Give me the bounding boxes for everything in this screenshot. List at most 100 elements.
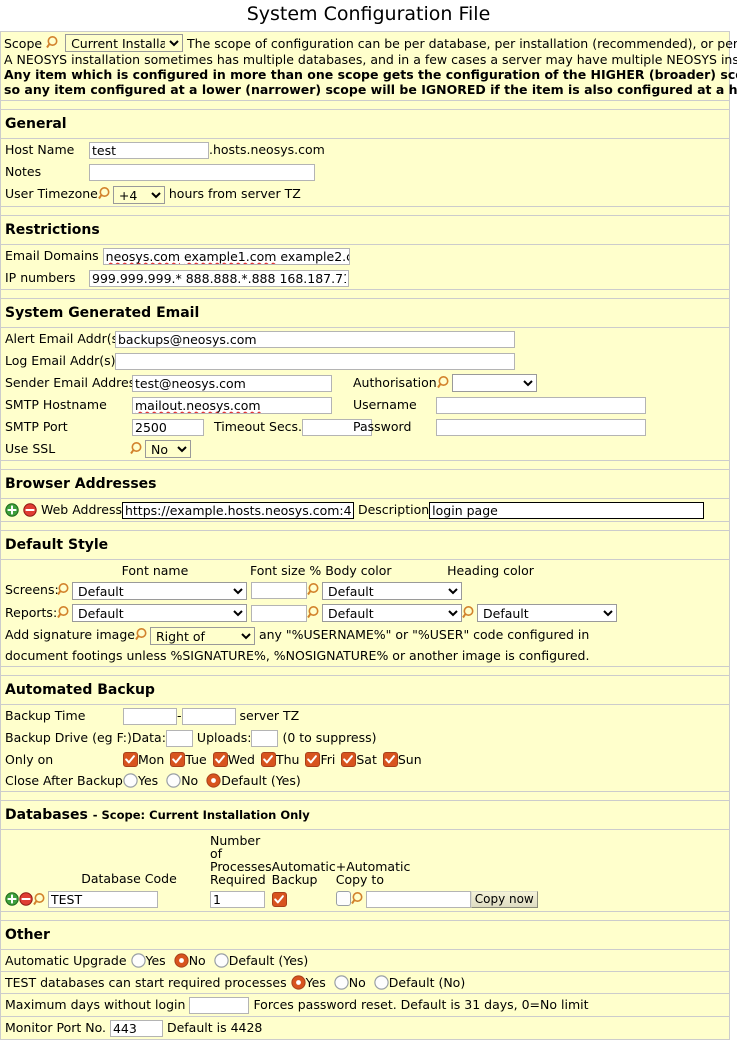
smtp-hostname-input[interactable]: mailout.neosys.com [132,396,332,414]
magnifier-icon[interactable] [307,582,322,597]
test-db-option-default-no[interactable]: Default (No) [374,975,465,990]
day-checkbox-sat[interactable]: Sat [341,751,377,767]
password-label: Password [353,419,412,434]
screens-font-select[interactable]: DefaultArialTimes New RomanVerdana [72,581,247,600]
checkbox-icon[interactable] [305,751,321,767]
plus-circle-icon[interactable] [5,502,19,517]
email-domain-2: example1.com [184,248,277,264]
host-name-input[interactable] [89,142,209,159]
checkbox-icon[interactable] [170,751,186,767]
monitor-port-input[interactable] [109,1019,163,1037]
section-heading-databases: Databases - Scope: Current Installation … [1,801,729,829]
close-after-option-default-yes[interactable]: Default (Yes) [206,773,301,788]
minus-circle-icon[interactable] [23,502,37,517]
backup-uploads-input[interactable] [251,729,279,747]
username-input[interactable] [436,397,646,414]
web-address-input[interactable] [121,502,354,519]
reports-heading-color-select[interactable]: DefaultBlackBlueRed [477,604,617,622]
test-db-option-yes[interactable]: Yes [291,975,326,990]
checkbox-icon[interactable] [341,751,357,767]
screens-font-size-input[interactable] [251,582,307,599]
magnifier-icon[interactable] [350,891,366,906]
description-input[interactable] [429,502,705,519]
backup-data-input[interactable] [165,729,193,747]
day-checkbox-sun[interactable]: Sun [382,751,422,767]
magnifier-icon[interactable] [98,186,113,201]
notes-input[interactable] [89,164,315,181]
magnifier-icon[interactable] [436,375,452,390]
radio-icon[interactable] [334,974,349,990]
radio-icon[interactable] [291,974,306,990]
smtp-port-input[interactable] [132,418,204,436]
minus-circle-icon[interactable] [19,892,33,906]
magnifier-icon[interactable] [33,892,48,907]
auto-upgrade-option-yes[interactable]: Yes [130,952,166,968]
host-name-row: Host Name .hosts.neosys.com [1,139,729,161]
scope-help-line-1: The scope of configuration can be per da… [187,35,737,51]
radio-icon[interactable] [214,952,229,968]
magnifier-icon[interactable] [307,605,322,620]
backup-time-from-input[interactable] [123,707,177,725]
day-checkbox-tue[interactable]: Tue [170,751,207,767]
use-ssl-select[interactable]: NoYes [145,440,191,458]
backup-time-to-input[interactable] [181,707,236,725]
email-domains-input[interactable]: neosys.com example1.com example2.com [102,247,350,265]
radio-icon[interactable] [374,974,389,990]
reports-font-size-input[interactable] [251,604,307,622]
col-heading-color: Heading color [447,563,534,578]
reports-body-color-select[interactable]: DefaultBlackBlueRed [322,604,462,622]
plus-circle-icon[interactable] [5,892,19,906]
radio-icon[interactable] [206,772,221,788]
auto-upgrade-option-default-yes[interactable]: Default (Yes) [214,952,308,968]
day-checkbox-mon[interactable]: Mon [123,751,164,767]
email-domains-row: Email Domains neosys.com example1.com ex… [1,245,729,267]
smtp-port-row: SMTP Port Timeout Secs. [1,416,373,438]
db-code-input[interactable] [48,890,158,908]
close-after-option-yes[interactable]: Yes [123,773,158,788]
radio-icon[interactable] [123,772,138,788]
scope-select[interactable]: Current InstallationCurrent DatabaseCurr… [65,34,184,52]
screens-body-color-select[interactable]: DefaultBlackBlueRed [322,581,462,600]
log-email-input[interactable] [115,352,515,370]
timezone-row: User Timezone +4+3+2+10-1 hours from serv… [1,183,729,206]
db-auto-backup-checkbox[interactable] [271,891,287,907]
checkbox-icon[interactable] [212,751,228,767]
copy-now-button[interactable]: Copy now [470,890,538,908]
password-input[interactable] [436,419,646,436]
magnifier-icon[interactable] [57,605,72,620]
sender-email-input[interactable] [132,374,332,392]
day-checkbox-fri[interactable]: Fri [305,751,335,767]
checkbox-icon[interactable] [260,751,276,767]
max-days-input[interactable] [189,996,250,1014]
close-after-backup-row: Close After Backup Yes No Default (Yes) [1,770,729,791]
monitor-port-label: Monitor Port No. [5,1019,106,1035]
alert-email-input[interactable] [115,330,515,348]
test-db-option-no[interactable]: No [334,975,366,990]
reports-font-select[interactable]: DefaultArialTimes New RomanVerdana [72,604,247,622]
signature-position-select[interactable]: Right ofLeft ofAboveBelow [149,626,255,645]
day-checkbox-thu[interactable]: Thu [260,751,299,767]
magnifier-icon[interactable] [135,627,150,642]
db-copy-to-input[interactable] [365,890,471,908]
ip-numbers-input[interactable] [89,269,349,287]
checkbox-icon[interactable] [123,751,138,767]
magnifier-icon[interactable] [462,605,477,620]
auto-upgrade-option-no[interactable]: No [174,953,206,968]
host-name-suffix: .hosts.neosys.com [209,142,325,157]
close-after-option-no[interactable]: No [166,773,198,788]
radio-icon[interactable] [166,772,181,788]
email-domain-3: example2.com [280,248,348,264]
magnifier-icon[interactable] [130,441,145,456]
radio-icon[interactable] [174,952,189,968]
day-checkbox-wed[interactable]: Wed [212,751,255,767]
authorisation-select[interactable]: LOGINPLAINCRAM-MD5 [451,374,537,392]
radio-icon[interactable] [130,952,146,968]
db-auto-copy-checkbox[interactable] [335,890,351,906]
magnifier-icon[interactable] [46,35,61,50]
checkbox-icon[interactable] [382,751,398,767]
test-db-label: TEST databases can start required proces… [5,974,287,990]
scope-help-line-2: A NEOSYS installation sometimes has mult… [4,52,737,67]
magnifier-icon[interactable] [57,582,72,597]
db-processes-input[interactable] [210,890,265,908]
timezone-select[interactable]: +4+3+2+10-1 [112,185,165,204]
